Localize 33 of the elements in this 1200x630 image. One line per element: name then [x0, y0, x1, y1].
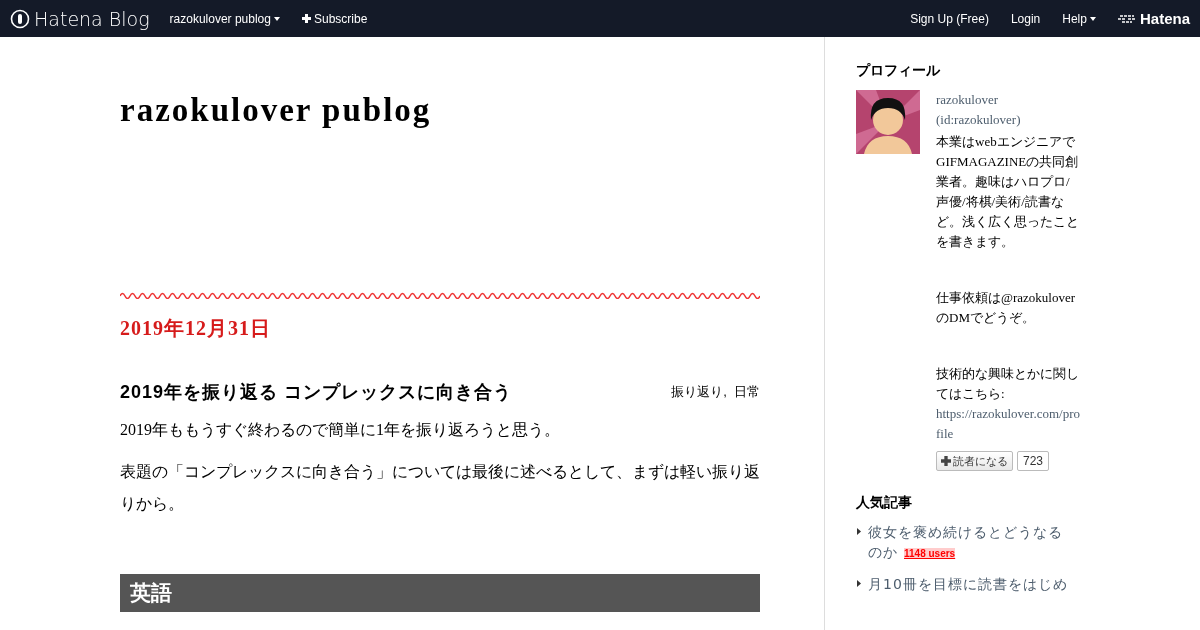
subscribe-button[interactable]: 読者になる: [936, 451, 1013, 471]
profile-bio: 仕事依頼は@razokuloverのDMでどうぞ。: [936, 289, 1077, 327]
chevron-icon: [856, 528, 862, 535]
subscriber-count: 723: [1017, 451, 1050, 471]
entry-title[interactable]: 2019年を振り返る コンプレックスに向き合う: [120, 380, 513, 404]
popular-article-link[interactable]: 彼女を褒め続けるとどうなるのか 1148 users: [868, 522, 1073, 564]
section-heading: 英語: [120, 574, 760, 612]
avatar[interactable]: [856, 90, 920, 154]
entry-paragraph: 表題の「コンプレックスに向き合う」については最後に述べるとして、まずは軽い振り返りから。: [120, 462, 760, 514]
blog-menu[interactable]: razokulover publog: [169, 11, 280, 26]
entry-date[interactable]: 2019年12月31日: [120, 315, 271, 342]
popular-heading: 人気記事: [856, 494, 912, 512]
profile-name[interactable]: razokulover: [936, 90, 1082, 110]
profile-link[interactable]: https://razokulover.com/profile: [936, 404, 1082, 444]
login-link[interactable]: Login: [1010, 11, 1041, 26]
profile-id[interactable]: (id:razokulover): [936, 110, 1082, 130]
profile-bio: 技術的な興味とかに関してはこちら:: [936, 365, 1080, 403]
profile-heading: プロフィール: [856, 62, 940, 80]
sign-up-link[interactable]: Sign Up (Free): [910, 11, 989, 26]
caret-icon: [273, 16, 280, 21]
entry-paragraph: 2019年ももうすぐ終わるので簡単に1年を振り返ろうと思う。: [120, 420, 561, 440]
entry-categories[interactable]: 振り返り, 日常: [671, 383, 760, 401]
profile-bio: 本業はwebエンジニアでGIFMAGAZINEの共同創業者。趣味はハロプロ/声優/将棋/美術/読書など。浅く広く思ったことを書きます。: [936, 133, 1080, 251]
plus-icon: [301, 14, 311, 23]
hatena-blog-logo[interactable]: Hatena Blog: [10, 7, 150, 30]
chevron-icon: [856, 580, 862, 587]
popular-article-link[interactable]: 月10冊を目標に読書をはじめ: [868, 574, 1073, 594]
help-menu[interactable]: Help: [1062, 11, 1096, 26]
blog-title[interactable]: razokulover publog: [120, 92, 432, 128]
caret-icon: [1089, 16, 1096, 21]
plus-icon: [941, 456, 951, 466]
hatena-logo[interactable]: Hatena: [1117, 10, 1190, 27]
subscribe-link[interactable]: Subscribe: [301, 11, 368, 26]
